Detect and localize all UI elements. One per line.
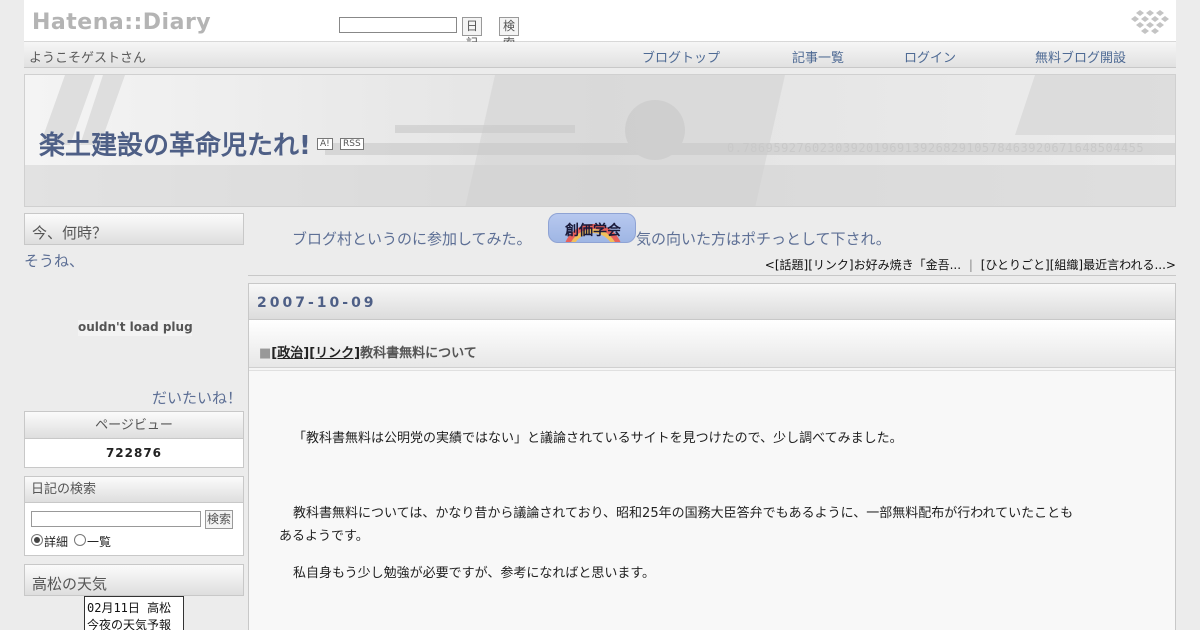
clock-text: そうね、 [24, 252, 85, 270]
prev-entry-link[interactable]: <[話題][リンク]お好み焼き「金吾... [765, 258, 961, 272]
hatena-bar: Hatena::Diary 日記 検索 [24, 0, 1176, 50]
paragraph-2-cont: あるようです。 [279, 529, 369, 544]
a-badge[interactable]: A! [317, 138, 333, 150]
hatena-diamond-icon[interactable] [1128, 10, 1172, 34]
category-link[interactable]: [リンク] [309, 346, 360, 361]
section-title: ■[政治][リンク]教科書無料について [259, 342, 477, 361]
diary-search-heading: 日記の検索 [25, 477, 243, 503]
menu-login[interactable]: ログイン [904, 47, 956, 66]
weather-heading: 高松の天気 [32, 575, 108, 593]
badge-label: 創価学会 [565, 223, 621, 239]
radio-detail[interactable] [31, 534, 43, 546]
section-header: ■[政治][リンク]教科書無料について [249, 320, 1175, 368]
clock-heading-box: 今、何時？ [24, 213, 244, 245]
menu-article-list[interactable]: 記事一覧 [792, 47, 844, 66]
hatena-diary-logo[interactable]: Hatena::Diary [32, 10, 211, 35]
plugin-error: ouldn't load plugi [78, 320, 192, 336]
welcome-text: ようこそゲストさん [29, 51, 147, 66]
radio-detail-label: 詳細 [44, 535, 69, 549]
hatena-search-button[interactable]: 検索 [499, 17, 520, 50]
paragraph-2: 教科書無料については、かなり昔から議論されており、昭和25年の国務大臣答弁でもあ… [293, 506, 1074, 521]
paragraph-3: 私自身もう少し勉強が必要ですが、参考になればと思います。 [293, 566, 656, 581]
promo-text-1: ブログ村というのに参加してみた。 [292, 230, 532, 248]
day-header: 2007-10-09 [249, 284, 1175, 320]
diary-search-button[interactable]: 検索 [205, 510, 234, 529]
promo-text-2: 気の向いた方はポチっとして下され。 [636, 230, 891, 248]
entry-navigation: <[話題][リンク]お好み焼き「金吾... | [ひとりごと][組織]最近言われ… [248, 256, 1176, 276]
section-body: 「教科書無料は公明党の実績ではない」と議論されているサイトを見つけたので、少し調… [249, 370, 1175, 630]
paragraph-1: 「教科書無料は公明党の実績ではない」と議論されているサイトを見つけたので、少し調… [293, 431, 903, 446]
rss-badge[interactable]: RSS [340, 138, 364, 150]
pageview-box: ページビュー 722876 [24, 411, 244, 468]
diary-button[interactable]: 日記 [462, 17, 483, 50]
weather-widget[interactable]: 02月11日 高松 今夜の天気予報 [84, 596, 184, 630]
radio-list[interactable] [74, 534, 86, 546]
entry-date[interactable]: 2007-10-09 [257, 295, 377, 311]
section-marker: ■ [259, 346, 272, 361]
nav-separator: | [968, 258, 973, 272]
menu-bar: ようこそゲストさん ブログトップ 記事一覧 ログイン 無料ブログ開設 [24, 42, 1176, 68]
next-entry-link[interactable]: [ひとりごと][組織]最近言われる...> [981, 258, 1176, 272]
pageview-count: 722876 [105, 446, 163, 460]
hatena-search-input[interactable] [339, 17, 457, 33]
section-title-text[interactable]: 教科書無料について [360, 346, 477, 361]
diary-day: 2007-10-09 ■[政治][リンク]教科書無料について 「教科書無料は公明… [248, 283, 1176, 630]
pageview-heading: ページビュー [25, 412, 243, 439]
diary-search-box: 日記の検索 検索 詳細 一覧 [24, 476, 244, 556]
category-politics[interactable]: [政治] [271, 346, 309, 361]
blog-village-badge[interactable]: 創価学会 [548, 213, 636, 243]
banner-digits: 0.78695927602303920196913926829105784639… [727, 141, 1145, 155]
clock-heading: 今、何時？ [32, 224, 108, 242]
blog-banner: 0.78695927602303920196913926829105784639… [24, 74, 1176, 207]
diary-search-input[interactable] [31, 511, 201, 527]
radio-list-label: 一覧 [87, 535, 112, 549]
weather-line-2: 今夜の天気予報 [87, 618, 172, 630]
blog-title[interactable]: 楽土建設の革命児たれ! [39, 125, 311, 162]
clock-suffix: だいたいね！ [151, 389, 242, 407]
weather-heading-box: 高松の天気 [24, 564, 244, 596]
menu-create-blog[interactable]: 無料ブログ開設 [1035, 47, 1126, 66]
menu-blog-top[interactable]: ブログトップ [642, 47, 720, 66]
page: Hatena::Diary 日記 検索 ようこそゲストさん ブログトップ 記事一… [24, 0, 1176, 630]
weather-line-1: 02月11日 高松 [87, 601, 172, 615]
